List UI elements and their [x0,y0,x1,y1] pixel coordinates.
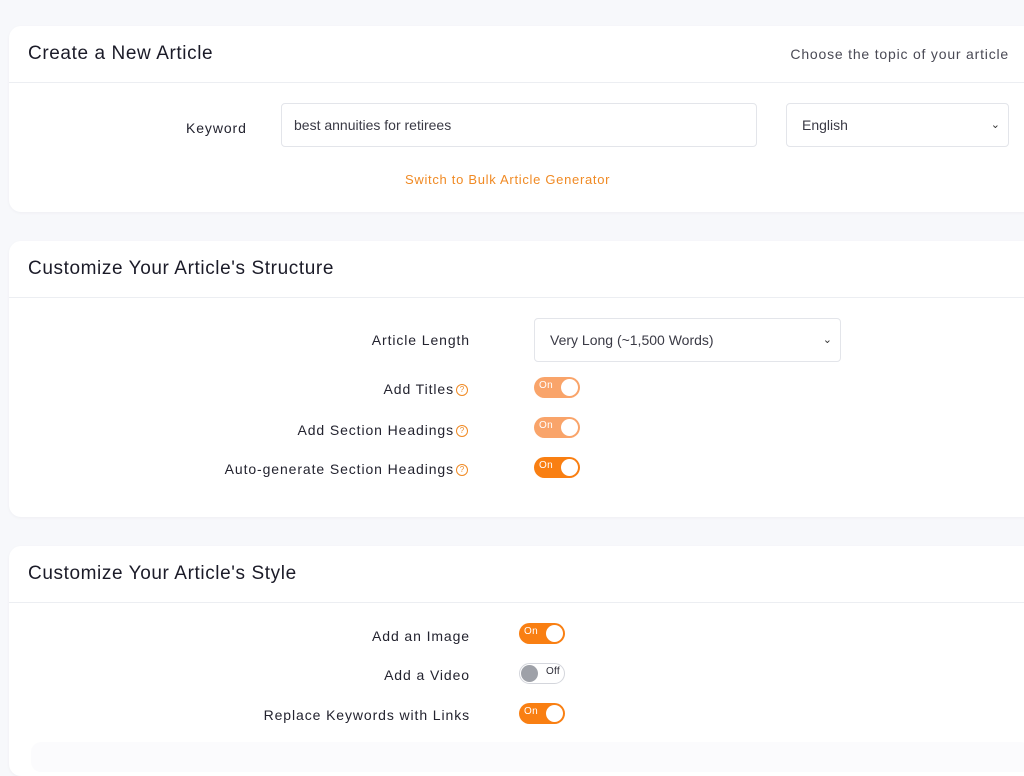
add-titles-text: Add Titles [383,381,454,397]
chevron-down-icon: ⌄ [990,119,1000,131]
style-header: Customize Your Article's Style [9,546,1024,603]
question-circle-icon[interactable]: ? [456,464,468,476]
auto-generate-headings-toggle[interactable]: On [534,457,580,478]
toggle-knob [521,665,538,682]
add-video-label: Add a Video [384,667,470,683]
bulk-generator-link[interactable]: Switch to Bulk Article Generator [405,172,610,187]
auto-generate-headings-text: Auto-generate Section Headings [224,461,454,477]
toggle-state-label: On [539,380,553,391]
toggle-state-label: On [524,626,538,637]
add-section-headings-toggle[interactable]: On [534,417,580,438]
style-card: Customize Your Article's Style Add an Im… [9,546,1024,776]
article-length-label: Article Length [371,332,470,348]
toggle-knob [546,705,563,722]
add-section-headings-text: Add Section Headings [297,422,454,438]
structure-title: Customize Your Article's Structure [28,258,334,279]
language-select[interactable]: English ⌄ [786,103,1009,147]
create-article-title: Create a New Article [28,43,214,64]
add-section-headings-label: Add Section Headings? [297,422,468,438]
toggle-state-label: On [539,460,553,471]
create-article-card: Create a New Article Choose the topic of… [9,26,1024,212]
replace-keywords-label: Replace Keywords with Links [263,707,470,723]
toggle-state-label: On [524,706,538,717]
chevron-down-icon: ⌄ [822,334,832,346]
topic-hint: Choose the topic of your article [790,46,1009,62]
language-select-value: English [802,117,848,133]
structure-card: Customize Your Article's Structure Artic… [9,241,1024,517]
structure-header: Customize Your Article's Structure [9,241,1024,298]
add-image-toggle[interactable]: On [519,623,565,644]
add-titles-label: Add Titles? [384,381,468,397]
add-video-toggle[interactable]: Off [519,663,565,684]
auto-generate-headings-label: Auto-generate Section Headings? [225,461,468,477]
toggle-knob [561,419,578,436]
keyword-input[interactable] [281,103,757,147]
article-length-select[interactable]: Very Long (~1,500 Words) ⌄ [534,318,841,362]
toggle-knob [561,459,578,476]
question-circle-icon[interactable]: ? [456,425,468,437]
question-circle-icon[interactable]: ? [456,384,468,396]
replace-keywords-toggle[interactable]: On [519,703,565,724]
add-titles-toggle[interactable]: On [534,377,580,398]
add-image-label: Add an Image [372,628,470,644]
create-article-header: Create a New Article Choose the topic of… [9,26,1024,83]
toggle-state-label: On [539,420,553,431]
article-length-value: Very Long (~1,500 Words) [550,332,714,348]
toggle-knob [561,379,578,396]
toggle-knob [546,625,563,642]
style-title: Customize Your Article's Style [28,563,297,584]
toggle-state-label: Off [545,666,560,677]
keyword-label: Keyword [186,120,247,136]
nested-panel-edge [31,742,1024,772]
